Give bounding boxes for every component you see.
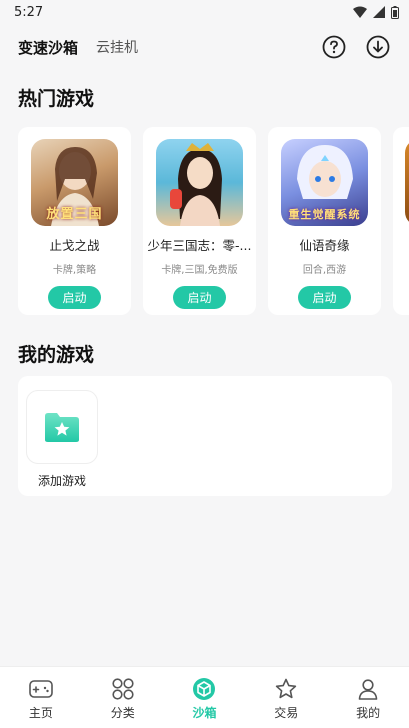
nav-label: 我的 (356, 706, 381, 720)
nav-sandbox[interactable]: 沙箱 (164, 667, 246, 728)
battery-icon (391, 5, 399, 19)
tab-cloud-hosting[interactable]: 云挂机 (96, 37, 138, 57)
game-cover (405, 139, 409, 226)
help-icon (322, 35, 346, 59)
folder-star-icon (45, 413, 79, 442)
top-bar: 变速沙箱 云挂机 (0, 32, 409, 62)
game-card[interactable]: 少年三国志：零-... 卡牌,三国,免费版 启动 (143, 127, 256, 315)
game-card[interactable]: 重生觉醒系统 仙语奇缘 回合,西游 启动 (268, 127, 381, 315)
nav-label: 主页 (28, 706, 53, 720)
nav-label: 分类 (110, 706, 135, 720)
my-games-panel: 添加游戏 (18, 376, 392, 496)
cover-caption: 放置三国 (46, 207, 103, 222)
add-game-label: 添加游戏 (37, 474, 86, 488)
game-tags: 卡牌,三国,免费版 (161, 265, 238, 276)
nav-home[interactable]: 主页 (0, 667, 82, 728)
game-tags: 回合,西游 (302, 265, 347, 276)
status-icons (353, 5, 399, 19)
hot-games-title: 热门游戏 (18, 88, 95, 110)
hot-games-list: 放置三国 止戈之战 卡牌,策略 启动 少年三国志：零-... 卡牌,三国,免费版… (18, 127, 409, 317)
my-games-title: 我的游戏 (18, 344, 95, 366)
tab-speed-sandbox[interactable]: 变速沙箱 (18, 37, 78, 58)
signal-icon (373, 6, 385, 18)
top-actions (321, 34, 391, 60)
game-cover: 重生觉醒系统 (281, 139, 368, 226)
game-tags: 卡牌,策略 (52, 265, 97, 276)
nav-label: 沙箱 (192, 706, 217, 720)
game-cover (156, 139, 243, 226)
sandbox-icon (193, 678, 216, 700)
nav-trade[interactable]: 交易 (245, 667, 327, 728)
star-icon (276, 678, 297, 699)
category-icon (112, 678, 134, 700)
game-card-partial[interactable] (393, 127, 409, 315)
status-bar: 5:27 (0, 0, 409, 24)
wifi-icon (353, 6, 367, 18)
cover-caption: 重生觉醒系统 (288, 208, 361, 221)
nav-profile[interactable]: 我的 (327, 667, 409, 728)
bottom-nav: 主页 分类 沙箱 交易 我的 (0, 666, 409, 728)
user-icon (358, 679, 378, 700)
game-cover: 放置三国 (31, 139, 118, 226)
launch-button[interactable]: 启动 (48, 286, 101, 309)
game-name: 仙语奇缘 (299, 238, 350, 253)
launch-button[interactable]: 启动 (173, 286, 226, 309)
download-button[interactable] (365, 34, 391, 60)
launch-button[interactable]: 启动 (298, 286, 351, 309)
status-time: 5:27 (14, 4, 44, 20)
gamepad-icon (29, 680, 53, 698)
download-icon (366, 35, 390, 59)
cover-art (170, 143, 222, 226)
nav-category[interactable]: 分类 (82, 667, 164, 728)
nav-label: 交易 (274, 706, 299, 720)
game-name: 止戈之战 (49, 238, 100, 253)
help-button[interactable] (321, 34, 347, 60)
game-name: 少年三国志：零-... (147, 238, 252, 253)
add-game-button[interactable] (26, 390, 98, 464)
game-card[interactable]: 放置三国 止戈之战 卡牌,策略 启动 (18, 127, 131, 315)
